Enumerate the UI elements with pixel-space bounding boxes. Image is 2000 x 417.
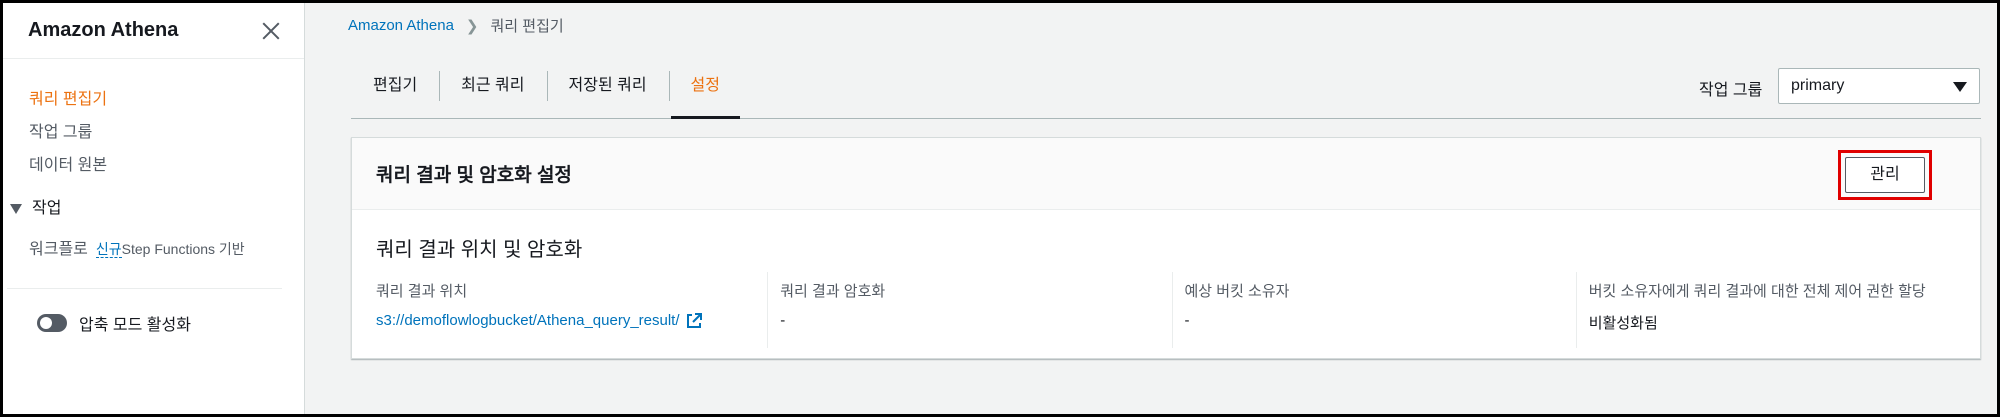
setting-label: 예상 버킷 소유자 <box>1184 283 1290 300</box>
sidebar-section-label: 작업 <box>32 200 62 217</box>
setting-value: - <box>780 312 786 329</box>
sidebar-item-workflows[interactable]: 워크플로 신규Step Functions 기반 <box>29 234 304 264</box>
setting-expected-bucket-owner: 예상 버킷 소유자 - <box>1171 272 1576 348</box>
tab-saved-queries[interactable]: 저장된 쿼리 <box>546 65 669 117</box>
sidebar-divider <box>7 288 282 289</box>
sidebar-header: Amazon Athena <box>3 3 304 59</box>
result-location-link[interactable]: s3://demoflowlogbucket/Athena_query_resu… <box>376 312 680 329</box>
setting-value: 비활성화됨 <box>1588 315 1658 332</box>
setting-value: s3://demoflowlogbucket/Athena_query_resu… <box>376 312 767 329</box>
tab-recent-queries[interactable]: 최근 쿼리 <box>439 65 546 117</box>
sidebar-item-query-editor[interactable]: 쿼리 편집기 <box>29 83 304 116</box>
caret-down-icon <box>10 204 22 214</box>
sidebar-title: Amazon Athena <box>28 19 179 41</box>
card-header: 쿼리 결과 및 암호화 설정 관리 <box>352 138 1980 210</box>
workflow-sublabel: Step Functions 기반 <box>121 241 245 257</box>
breadcrumb-root[interactable]: Amazon Athena <box>348 17 454 34</box>
sidebar-item-data-sources[interactable]: 데이터 원본 <box>29 149 304 182</box>
compact-mode-label: 압축 모드 활성화 <box>79 317 191 334</box>
settings-card: 쿼리 결과 및 암호화 설정 관리 쿼리 결과 위치 및 암호화 쿼리 결과 위… <box>351 137 1981 359</box>
setting-label: 쿼리 결과 암호화 <box>780 283 886 300</box>
section-title: 쿼리 결과 위치 및 암호화 <box>376 239 583 261</box>
new-badge: 신규 <box>95 241 122 258</box>
close-icon[interactable] <box>260 20 282 42</box>
compact-mode-toggle[interactable] <box>37 314 67 332</box>
manage-button[interactable]: 관리 <box>1845 157 1925 193</box>
setting-result-location: 쿼리 결과 위치 s3://demoflowlogbucket/Athena_q… <box>352 272 767 348</box>
tab-editor[interactable]: 편집기 <box>351 65 439 117</box>
setting-value: - <box>1184 312 1190 329</box>
chevron-right-icon: ❯ <box>465 17 479 35</box>
breadcrumb: Amazon Athena ❯ 쿼리 편집기 <box>348 15 564 36</box>
caret-down-icon <box>1953 82 1967 92</box>
setting-result-encryption: 쿼리 결과 암호화 - <box>767 272 1171 348</box>
setting-label: 쿼리 결과 위치 <box>376 283 468 300</box>
tab-settings[interactable]: 설정 <box>668 65 742 119</box>
sidebar-item-workgroups[interactable]: 작업 그룹 <box>29 116 304 149</box>
compact-mode-row: 압축 모드 활성화 <box>3 311 304 335</box>
card-title: 쿼리 결과 및 암호화 설정 <box>376 165 572 186</box>
setting-label: 버킷 소유자에게 쿼리 결과에 대한 전체 제어 권한 할당 <box>1588 283 1926 300</box>
breadcrumb-current: 쿼리 편집기 <box>490 18 564 35</box>
sidebar-nav: 쿼리 편집기 작업 그룹 데이터 원본 작업 워크플로 신규Step Functi… <box>3 59 304 264</box>
sidebar: Amazon Athena 쿼리 편집기 작업 그룹 데이터 원본 작업 워크플… <box>3 3 305 414</box>
settings-columns: 쿼리 결과 위치 s3://demoflowlogbucket/Athena_q… <box>352 272 1980 348</box>
workgroup-select[interactable]: primary <box>1778 68 1980 104</box>
sidebar-section-jobs[interactable]: 작업 <box>10 194 304 224</box>
workgroup-value: primary <box>1791 77 1845 94</box>
workflow-label: 워크플로 <box>29 241 88 258</box>
workgroup-label: 작업 그룹 <box>1699 82 1763 99</box>
external-link-icon[interactable] <box>686 312 702 329</box>
setting-bucket-owner-control: 버킷 소유자에게 쿼리 결과에 대한 전체 제어 권한 할당 비활성화됨 <box>1575 272 1980 348</box>
